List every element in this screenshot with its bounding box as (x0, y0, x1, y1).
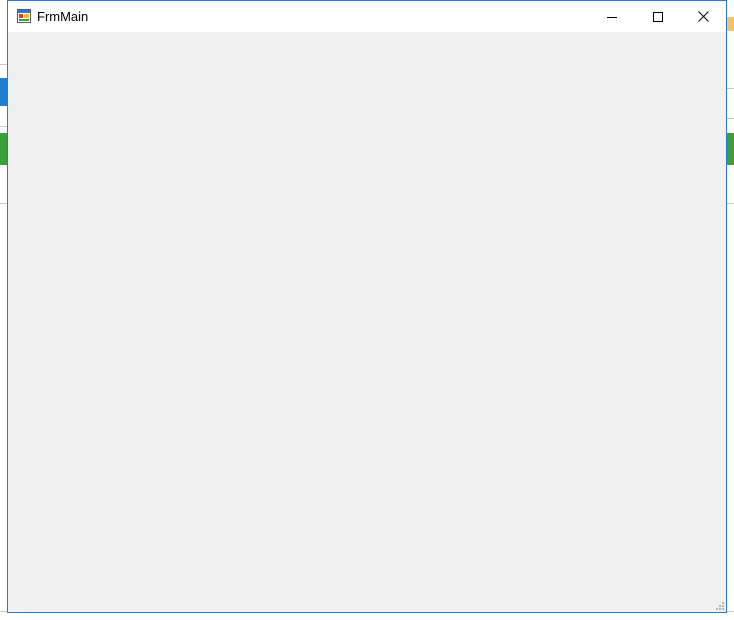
minimize-icon (607, 16, 617, 18)
close-icon (697, 11, 709, 22)
background-right-edge (726, 0, 734, 620)
minimize-button[interactable] (589, 1, 635, 32)
maximize-icon (653, 11, 663, 22)
maximize-button[interactable] (635, 1, 681, 32)
resize-grip-icon[interactable] (714, 600, 724, 610)
app-window-icon[interactable] (17, 9, 31, 23)
background-green-bar-right (726, 133, 734, 165)
window-title: FrmMain (37, 9, 89, 24)
background-divider (726, 88, 734, 89)
background-divider (726, 118, 734, 119)
background-divider (726, 203, 734, 204)
background-orange-tab (726, 17, 734, 31)
close-button[interactable] (680, 1, 726, 32)
title-bar[interactable]: FrmMain (8, 1, 726, 32)
main-window: FrmMain (7, 0, 727, 613)
client-area (8, 32, 726, 612)
